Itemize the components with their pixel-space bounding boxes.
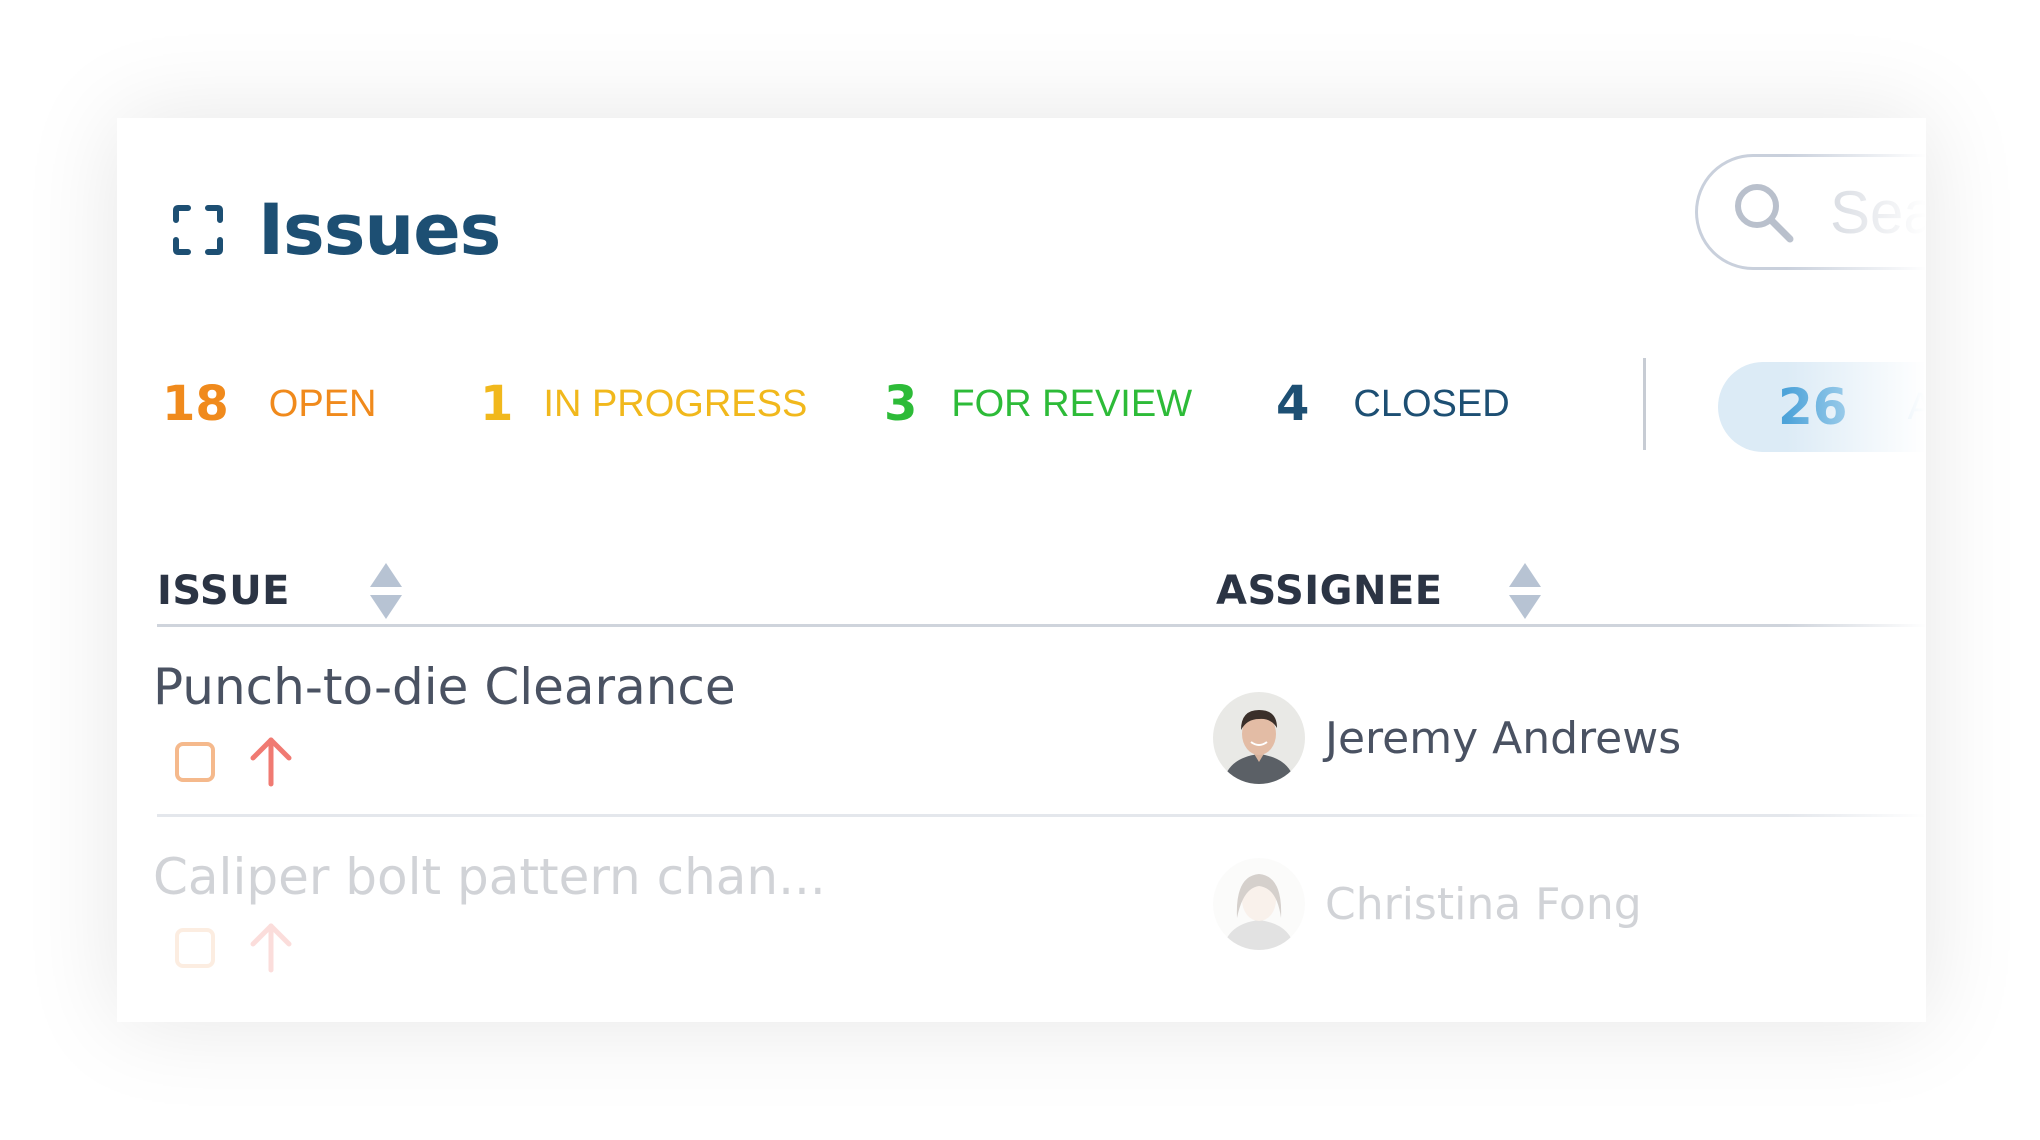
assignee-column-label: ASSIGNEE	[1216, 568, 1443, 614]
table-header: ISSUE ASSIGNEE	[157, 546, 1926, 636]
row-divider	[157, 814, 1926, 817]
filter-open[interactable]: 18 OPEN	[162, 354, 377, 454]
search-icon	[1735, 184, 1794, 243]
issue-tags	[175, 734, 295, 790]
expand-icon[interactable]	[172, 204, 224, 256]
table-row[interactable]: Punch-to-die Clearance Jeremy Andrews	[153, 638, 1926, 818]
stage: Issues Search 18 OPEN 1 IN PROGRESS 3 FO…	[0, 0, 2040, 1140]
open-label: OPEN	[268, 382, 377, 425]
sort-icon[interactable]	[368, 561, 404, 621]
issue-column-label: ISSUE	[157, 568, 291, 614]
sort-icon[interactable]	[1507, 561, 1543, 621]
checkbox-icon[interactable]	[175, 742, 215, 782]
issues-panel: Issues Search 18 OPEN 1 IN PROGRESS 3 FO…	[117, 118, 1926, 1022]
issue-tags	[175, 920, 295, 976]
header-divider	[157, 624, 1926, 627]
assignee-name: Jeremy Andrews	[1325, 712, 1682, 764]
assignee-name: Christina Fong	[1325, 878, 1642, 930]
avatar	[1213, 692, 1305, 784]
table-row[interactable]: Caliper bolt pattern chan... Christina F…	[153, 828, 1926, 1008]
closed-count: 4	[1276, 376, 1310, 432]
all-label: ALL	[1907, 385, 1926, 428]
assignee[interactable]: Jeremy Andrews	[1213, 692, 1681, 784]
closed-label: CLOSED	[1353, 382, 1510, 425]
in-progress-label: IN PROGRESS	[543, 382, 808, 425]
arrow-up-icon	[250, 923, 292, 973]
in-progress-count: 1	[480, 376, 514, 432]
column-header-assignee[interactable]: ASSIGNEE	[1216, 546, 1543, 636]
filter-all[interactable]: 26 ALL	[1718, 362, 1926, 452]
filter-divider	[1643, 358, 1646, 450]
arrow-up-icon	[250, 737, 292, 787]
issue-title[interactable]: Punch-to-die Clearance	[153, 658, 736, 716]
filter-closed[interactable]: 4 CLOSED	[1276, 354, 1510, 454]
search-input[interactable]: Search	[1695, 154, 1926, 270]
open-count: 18	[162, 376, 229, 432]
search-placeholder: Search	[1830, 178, 1926, 246]
filter-in-progress[interactable]: 1 IN PROGRESS	[480, 354, 807, 454]
for-review-count: 3	[884, 376, 918, 432]
column-header-issue[interactable]: ISSUE	[157, 546, 404, 636]
avatar	[1213, 858, 1305, 950]
all-count: 26	[1778, 378, 1848, 436]
for-review-label: FOR REVIEW	[951, 382, 1193, 425]
issue-title[interactable]: Caliper bolt pattern chan...	[153, 848, 826, 906]
assignee[interactable]: Christina Fong	[1213, 858, 1642, 950]
status-filters: 18 OPEN 1 IN PROGRESS 3 FOR REVIEW 4 CLO…	[162, 354, 1926, 454]
checkbox-icon[interactable]	[175, 928, 215, 968]
panel-header: Issues	[172, 180, 501, 280]
page-title: Issues	[258, 189, 501, 271]
filter-for-review[interactable]: 3 FOR REVIEW	[884, 354, 1192, 454]
